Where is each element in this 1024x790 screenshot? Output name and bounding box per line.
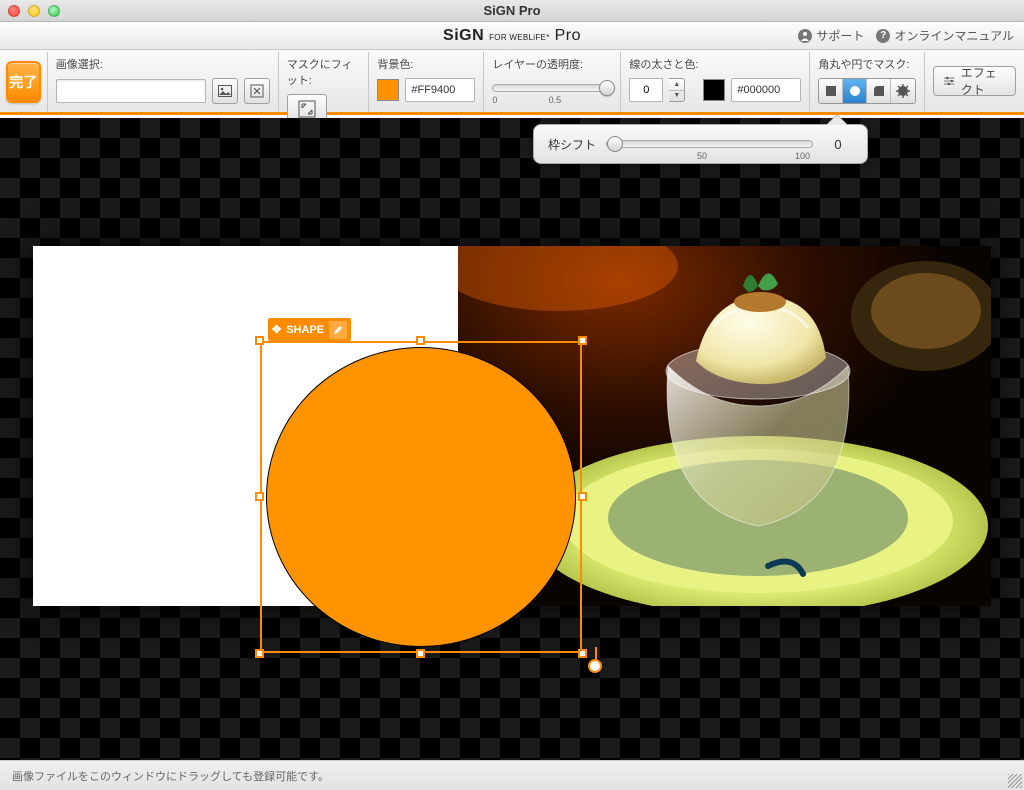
mask-square-button[interactable] [819, 79, 843, 103]
mask-circle-button[interactable] [843, 79, 867, 103]
frame-shift-popover: 枠シフト 50100 0 [533, 124, 868, 164]
handle-bottom-mid[interactable] [416, 649, 425, 658]
opacity-thumb[interactable] [599, 80, 615, 96]
mask-rounded-button[interactable] [867, 79, 891, 103]
brand-logo: SiGN FOR WEBLiFE* Pro [443, 27, 581, 45]
frame-shift-slider[interactable]: 50100 [606, 140, 813, 148]
resize-grip-icon[interactable] [1008, 774, 1022, 788]
image-select-label: 画像選択: [56, 56, 270, 72]
support-link[interactable]: サポート [798, 27, 864, 44]
manual-label: オンラインマニュアル [894, 27, 1014, 44]
effect-label: エフェクト [961, 64, 1005, 98]
border-width-stepper[interactable]: ▲▼ [669, 78, 685, 102]
move-icon: ✥ [272, 323, 281, 336]
shape-tag-label: SHAPE [286, 324, 324, 336]
frame-shift-label: 枠シフト [548, 136, 596, 153]
shape-tag[interactable]: ✥ SHAPE [268, 318, 351, 341]
handle-top-left[interactable] [255, 336, 264, 345]
help-icon: ? [876, 29, 890, 43]
user-icon [798, 29, 812, 43]
browse-image-button[interactable] [212, 78, 238, 104]
selection-box [260, 341, 582, 653]
bgcolor-hex-input[interactable] [405, 78, 475, 102]
canvas-area[interactable]: ✥ SHAPE [0, 118, 1024, 760]
brand-text: SiGN [443, 27, 484, 44]
border-hex-input[interactable] [731, 78, 801, 102]
status-bar: 画像ファイルをこのウィンドウにドラッグしても登録可能です。 [0, 760, 1024, 790]
brand-suffix: Pro [555, 27, 581, 44]
support-label: サポート [816, 27, 864, 44]
image-select-input[interactable] [56, 79, 206, 103]
window-title: SiGN Pro [0, 3, 1024, 18]
mask-label: 角丸や円でマスク: [818, 56, 916, 72]
app-header: SiGN FOR WEBLiFE* Pro サポート ? オンラインマニュアル [0, 22, 1024, 50]
handle-mid-left[interactable] [255, 492, 264, 501]
window-titlebar: SiGN Pro [0, 0, 1024, 22]
handle-top-mid[interactable] [416, 336, 425, 345]
stepper-down-icon: ▼ [669, 91, 684, 102]
handle-bottom-left[interactable] [255, 649, 264, 658]
status-hint: 画像ファイルをこのウィンドウにドラッグしても登録可能です。 [12, 768, 329, 784]
bgcolor-label: 背景色: [377, 56, 475, 72]
done-button[interactable]: 完了 [6, 61, 41, 103]
toolbar: 完了 画像選択: マスクにフィット: 背景色: レイヤーの透明度: [0, 50, 1024, 115]
effect-button[interactable]: エフェクト [933, 66, 1016, 96]
handle-top-right[interactable] [578, 336, 587, 345]
border-color-swatch[interactable] [703, 79, 725, 101]
fit-mask-label: マスクにフィット: [287, 56, 361, 88]
bgcolor-swatch[interactable] [377, 79, 399, 101]
clear-image-button[interactable] [244, 78, 270, 104]
sliders-icon [944, 75, 954, 87]
opacity-label: レイヤーの透明度: [492, 56, 612, 72]
shape-selection[interactable] [260, 341, 582, 653]
manual-link[interactable]: ? オンラインマニュアル [876, 27, 1014, 44]
opacity-slider[interactable] [492, 84, 612, 92]
border-label: 線の太さと色: [629, 56, 801, 72]
brand-subtext: FOR WEBLiFE* [489, 33, 550, 42]
mask-shape-group [818, 78, 916, 104]
stepper-up-icon: ▲ [669, 79, 684, 91]
handle-bottom-right[interactable] [578, 649, 587, 658]
frame-shift-thumb[interactable] [607, 136, 623, 152]
handle-mid-right[interactable] [578, 492, 587, 501]
frame-shift-value: 0 [823, 137, 853, 152]
edit-icon[interactable] [329, 321, 347, 339]
rotate-handle[interactable] [588, 659, 602, 673]
mask-star-button[interactable] [891, 79, 915, 103]
border-width-input[interactable] [629, 78, 663, 102]
